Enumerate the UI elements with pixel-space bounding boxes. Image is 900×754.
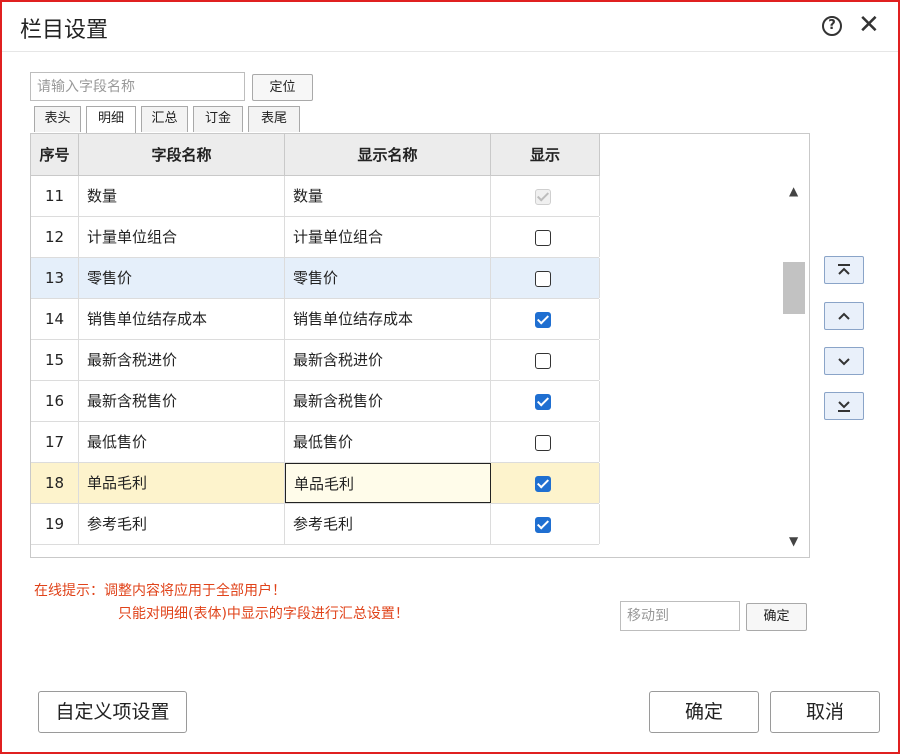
field-name-cell: 计量单位组合 [79, 217, 285, 257]
table-row[interactable]: 19 参考毛利 参考毛利 [31, 504, 600, 545]
show-checkbox[interactable] [535, 312, 551, 328]
show-cell [491, 176, 600, 216]
field-name-cell: 最新含税售价 [79, 381, 285, 421]
column-settings-dialog: 栏目设置 ? ✕ 定位 表头 明细 汇总 订金 表尾 序号 字段名称 显示名称 … [0, 0, 900, 754]
grid-header: 序号 字段名称 显示名称 显示 [31, 134, 600, 176]
move-down-icon [838, 358, 850, 366]
show-cell [491, 258, 600, 298]
field-search-input[interactable] [30, 72, 245, 101]
cancel-button[interactable]: 取消 [770, 691, 880, 733]
header-show: 显示 [491, 134, 600, 176]
show-cell [491, 381, 600, 421]
display-name-cell[interactable]: 数量 [285, 176, 491, 216]
table-row[interactable]: 15 最新含税进价 最新含税进价 [31, 340, 600, 381]
row-number: 12 [31, 217, 79, 257]
scrollbar-thumb[interactable] [783, 262, 805, 314]
table-row[interactable]: 17 最低售价 最低售价 [31, 422, 600, 463]
table-row[interactable]: 14 销售单位结存成本 销售单位结存成本 [31, 299, 600, 340]
show-checkbox[interactable] [535, 230, 551, 246]
move-up-icon [838, 312, 850, 320]
display-name-cell[interactable]: 参考毛利 [285, 504, 491, 544]
table-row[interactable]: 18 单品毛利 单品毛利 [31, 463, 600, 504]
move-to-input[interactable] [620, 601, 740, 631]
show-checkbox[interactable] [535, 394, 551, 410]
row-number: 14 [31, 299, 79, 339]
move-bottom-button[interactable] [824, 392, 864, 420]
move-top-icon [838, 264, 850, 275]
dialog-titlebar: 栏目设置 ? ✕ [2, 2, 898, 52]
move-up-button[interactable] [824, 302, 864, 330]
locate-button[interactable]: 定位 [252, 74, 313, 101]
table-row[interactable]: 13 零售价 零售价 [31, 258, 600, 299]
show-cell [491, 422, 600, 462]
ok-button[interactable]: 确定 [649, 691, 759, 733]
move-top-button[interactable] [824, 256, 864, 284]
field-grid: 序号 字段名称 显示名称 显示 11 数量 数量 12 计量单位组合 计量单位组… [30, 133, 810, 558]
field-name-cell: 数量 [79, 176, 285, 216]
show-checkbox [535, 189, 551, 205]
dialog-title: 栏目设置 [20, 18, 109, 43]
table-row[interactable]: 12 计量单位组合 计量单位组合 [31, 217, 600, 258]
field-name-cell: 单品毛利 [79, 463, 285, 503]
custom-settings-button[interactable]: 自定义项设置 [38, 691, 187, 733]
row-number: 13 [31, 258, 79, 298]
field-name-cell: 销售单位结存成本 [79, 299, 285, 339]
show-cell [491, 340, 600, 380]
move-down-button[interactable] [824, 347, 864, 375]
table-row-partial [31, 545, 599, 557]
table-row[interactable]: 16 最新含税售价 最新含税售价 [31, 381, 600, 422]
close-icon[interactable]: ✕ [858, 11, 880, 39]
header-field-name: 字段名称 [79, 134, 285, 176]
display-name-cell-editing[interactable]: 单品毛利 [285, 463, 491, 503]
row-number: 18 [31, 463, 79, 503]
show-checkbox[interactable] [535, 476, 551, 492]
help-icon[interactable]: ? [822, 16, 842, 36]
field-name-cell: 零售价 [79, 258, 285, 298]
row-number: 17 [31, 422, 79, 462]
show-checkbox[interactable] [535, 435, 551, 451]
show-cell [491, 217, 600, 257]
tab-detail[interactable]: 明细 [86, 106, 136, 133]
row-number: 11 [31, 176, 79, 216]
scroll-down-icon[interactable]: ▼ [789, 534, 798, 548]
header-no: 序号 [31, 134, 79, 176]
display-name-cell[interactable]: 最低售价 [285, 422, 491, 462]
online-tip-line2: 只能对明细(表体)中显示的字段进行汇总设置！ [118, 606, 409, 622]
show-checkbox[interactable] [535, 353, 551, 369]
show-checkbox[interactable] [535, 517, 551, 533]
field-name-cell: 最低售价 [79, 422, 285, 462]
show-cell [491, 504, 600, 544]
show-cell [491, 299, 600, 339]
display-name-cell[interactable]: 计量单位组合 [285, 217, 491, 257]
tab-deposit[interactable]: 订金 [193, 106, 243, 132]
field-name-cell: 参考毛利 [79, 504, 285, 544]
tab-header[interactable]: 表头 [34, 106, 81, 132]
row-number: 16 [31, 381, 79, 421]
move-confirm-button[interactable]: 确定 [746, 603, 807, 631]
show-cell [491, 463, 600, 503]
show-checkbox[interactable] [535, 271, 551, 287]
header-display-name: 显示名称 [285, 134, 491, 176]
online-tip-line1: 在线提示：调整内容将应用于全部用户！ [34, 583, 286, 599]
row-number: 15 [31, 340, 79, 380]
display-name-cell[interactable]: 零售价 [285, 258, 491, 298]
field-name-cell: 最新含税进价 [79, 340, 285, 380]
row-number: 19 [31, 504, 79, 544]
scroll-up-icon[interactable]: ▲ [789, 184, 798, 198]
tab-summary[interactable]: 汇总 [141, 106, 188, 132]
display-name-cell[interactable]: 最新含税进价 [285, 340, 491, 380]
tab-footer[interactable]: 表尾 [248, 106, 300, 132]
display-name-cell[interactable]: 最新含税售价 [285, 381, 491, 421]
display-name-cell[interactable]: 销售单位结存成本 [285, 299, 491, 339]
table-row[interactable]: 11 数量 数量 [31, 176, 600, 217]
move-bottom-icon [838, 401, 850, 412]
